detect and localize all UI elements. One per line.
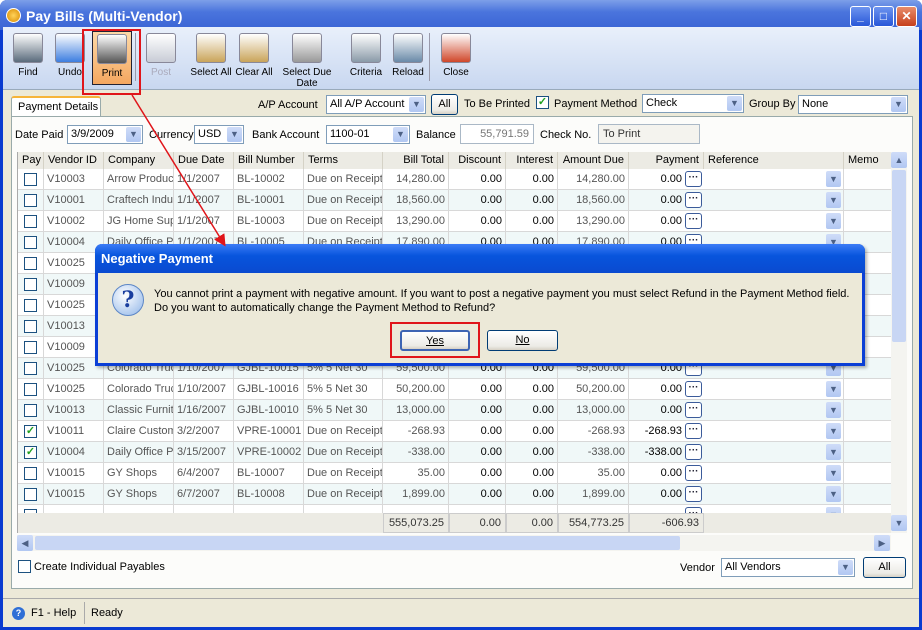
annotation-arrow xyxy=(131,94,226,247)
